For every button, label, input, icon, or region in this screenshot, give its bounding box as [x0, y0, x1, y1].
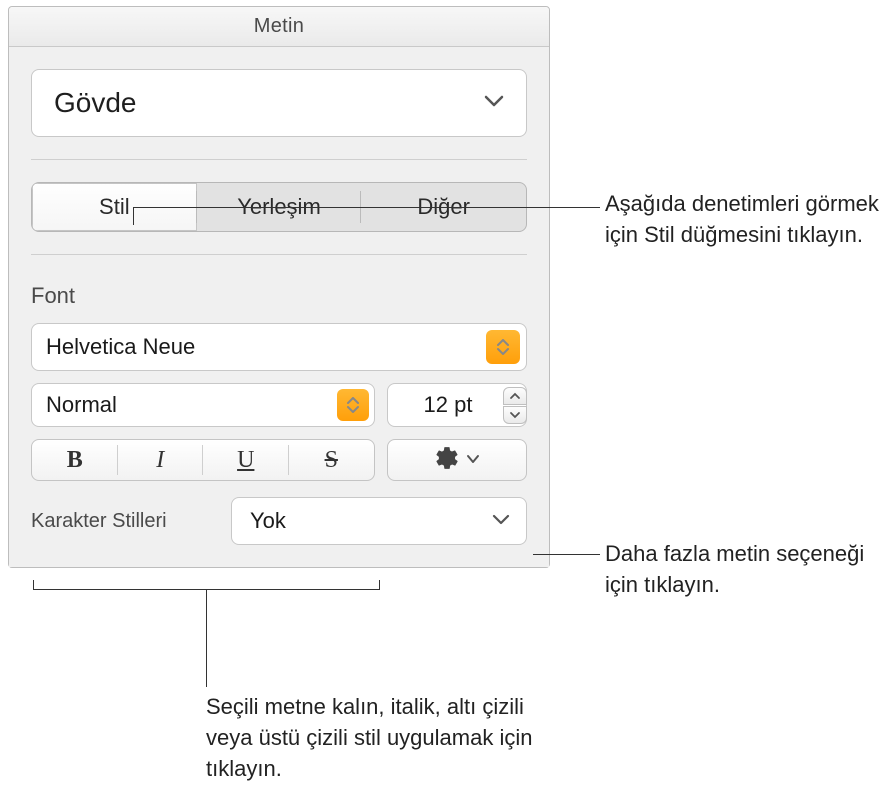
- font-weight-select[interactable]: Normal: [31, 383, 375, 427]
- underline-button[interactable]: U: [203, 440, 289, 480]
- bold-button[interactable]: B: [32, 440, 118, 480]
- font-section-heading: Font: [31, 283, 527, 309]
- paragraph-style-select[interactable]: Gövde: [31, 69, 527, 137]
- chevron-down-icon: [509, 411, 521, 419]
- callout-line: [206, 590, 207, 687]
- panel-body: Gövde Stil Yerleşim Diğer Font: [9, 47, 549, 567]
- tab-style-label: Stil: [99, 194, 130, 220]
- callout-line: [133, 207, 600, 208]
- text-format-group: B I U S: [31, 439, 375, 481]
- callout-style-tab: Aşağıda denetimleri görmek için Stil düğ…: [605, 189, 885, 251]
- bold-glyph: B: [67, 447, 83, 474]
- callout-bracket: [33, 580, 380, 590]
- font-size-field[interactable]: 12 pt: [387, 383, 527, 427]
- chevron-down-icon: [466, 451, 480, 469]
- chevron-down-icon: [484, 94, 504, 112]
- underline-glyph: U: [237, 447, 254, 474]
- strikethrough-button[interactable]: S: [289, 440, 375, 480]
- updown-arrows-icon: [486, 330, 520, 364]
- chevron-up-icon: [509, 392, 521, 400]
- font-family-select[interactable]: Helvetica Neue: [31, 323, 527, 371]
- updown-arrows-icon: [337, 389, 369, 421]
- advanced-options-button[interactable]: [387, 439, 527, 481]
- text-format-panel: Metin Gövde Stil Yerleşim Diğer: [8, 6, 550, 568]
- gear-icon: [434, 445, 460, 476]
- font-size-step-up[interactable]: [503, 387, 527, 405]
- character-styles-select[interactable]: Yok: [231, 497, 527, 545]
- panel-title: Metin: [254, 15, 304, 38]
- character-styles-value: Yok: [250, 508, 286, 534]
- paragraph-style-label: Gövde: [54, 87, 137, 119]
- callout-biu: Seçili metne kalın, italik, altı çizili …: [206, 692, 536, 784]
- callout-line: [133, 207, 134, 225]
- panel-header: Metin: [9, 7, 549, 47]
- callout-gear: Daha fazla metin seçeneği için tıklayın.: [605, 539, 885, 601]
- strike-glyph: S: [325, 447, 338, 474]
- italic-button[interactable]: I: [118, 440, 204, 480]
- divider: [31, 159, 527, 160]
- font-family-label: Helvetica Neue: [46, 334, 195, 360]
- chevron-down-icon: [492, 512, 510, 530]
- divider: [31, 254, 527, 255]
- callout-line: [533, 554, 600, 555]
- character-styles-label: Karakter Stilleri: [31, 510, 217, 533]
- font-weight-label: Normal: [46, 392, 117, 418]
- italic-glyph: I: [156, 447, 164, 474]
- font-size-stepper: [500, 384, 530, 426]
- font-size-value: 12 pt: [402, 392, 512, 418]
- font-size-step-down[interactable]: [503, 406, 527, 424]
